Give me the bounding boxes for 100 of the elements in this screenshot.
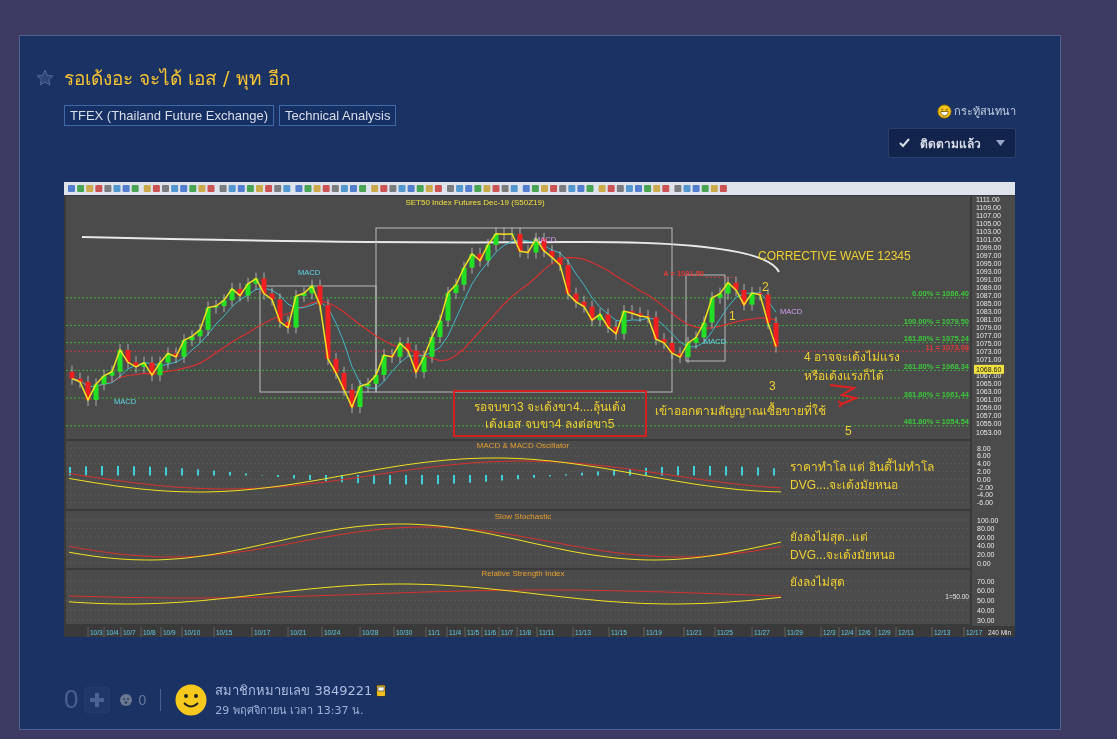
candle (357, 380, 363, 414)
candle (349, 383, 355, 414)
candle (493, 227, 499, 252)
candle (453, 278, 459, 300)
chart-title: SET50 Index Futures Dec-19 (S50Z19) (405, 198, 545, 207)
tag-link[interactable]: TFEX (Thailand Future Exchange) (64, 105, 274, 126)
tag-link[interactable]: Technical Analysis (279, 105, 397, 126)
follow-button[interactable]: ติดตามแล้ว (888, 128, 1016, 158)
candle (749, 286, 755, 312)
candle (581, 295, 587, 313)
candle (173, 347, 179, 364)
chart-note: เข้าออกตามสัญญาณเซื้อขายที่ใช้ (655, 404, 826, 418)
candle (717, 287, 723, 305)
candle (517, 227, 523, 258)
panel-note: ยังลงไม่สุด..แต่ (790, 530, 868, 544)
candle (429, 330, 435, 364)
candle (677, 346, 683, 364)
candle (77, 372, 83, 389)
topic-type: กระทู้สนทนา (954, 104, 1016, 120)
candle (245, 277, 251, 302)
panel-note: DVG....จะเด้งมัยหนอ (790, 478, 899, 492)
candle (485, 238, 491, 267)
panel-title: Relative Strength Index (481, 569, 565, 578)
candle (213, 299, 219, 314)
candle (237, 282, 243, 302)
chart-note: 1 (729, 309, 736, 323)
candle (437, 314, 443, 344)
chart-note: 2 (762, 280, 769, 294)
candle (445, 286, 451, 327)
check-icon (899, 138, 910, 148)
panel-note: DVG...จะเด้งมัยหนอ (790, 548, 895, 562)
mobile-phone-icon (376, 684, 387, 697)
candle (773, 316, 779, 353)
candle (413, 344, 419, 379)
plus-icon (90, 692, 105, 707)
candle (301, 286, 307, 303)
candle (317, 279, 323, 312)
candle (277, 293, 283, 329)
author-link[interactable]: สมาชิกหมายเลข 3849221 (215, 680, 373, 701)
candle (189, 330, 195, 347)
post-title: รอเด้งอะ จะได้ เอส / พุท อีก (64, 66, 291, 92)
candle (621, 304, 627, 341)
chart-note: CORRECTIVE WAVE 12345 (758, 249, 911, 263)
candle (461, 261, 467, 292)
panel-note: ยังลงไม่สุด (790, 575, 845, 589)
candle (197, 323, 203, 343)
star-icon[interactable] (36, 69, 54, 87)
candle (149, 356, 155, 382)
candle (589, 300, 595, 327)
emotion-icon[interactable] (120, 693, 133, 706)
avatar-smiley-icon[interactable] (175, 683, 208, 716)
candle (645, 309, 651, 324)
candle (709, 291, 715, 329)
candle (133, 355, 139, 374)
post-date: 29 พฤศจิกายน เวลา 13:37 น. (215, 703, 365, 719)
candle (253, 272, 259, 291)
candle (405, 336, 411, 357)
candle (365, 377, 371, 393)
candle (141, 356, 147, 374)
candle (669, 336, 675, 360)
laughing-face-icon (937, 103, 952, 119)
candle (325, 298, 331, 366)
candle (741, 283, 747, 312)
candle (469, 247, 475, 275)
candle (69, 365, 75, 385)
candle (725, 276, 731, 300)
candle (205, 301, 211, 337)
candle (381, 348, 387, 382)
scribble-arrow (829, 384, 860, 408)
candle (757, 286, 763, 302)
candle (229, 282, 235, 307)
candle (637, 306, 643, 323)
reaction-count: 0 (138, 691, 147, 708)
candle (389, 348, 395, 364)
candle (733, 276, 739, 297)
candle (693, 331, 699, 350)
candle (309, 279, 315, 300)
candle (549, 244, 555, 264)
candle (117, 343, 123, 379)
candle (421, 350, 427, 379)
candle (477, 247, 483, 267)
candle (165, 347, 171, 370)
candle (525, 244, 531, 259)
candle (397, 336, 403, 364)
candle (85, 375, 91, 407)
candle (501, 227, 507, 241)
candle (293, 289, 299, 334)
candle (341, 366, 347, 397)
caret-icon (996, 140, 1005, 146)
candle (605, 308, 611, 334)
candle (157, 356, 163, 382)
candle (93, 377, 99, 407)
candle (565, 258, 571, 301)
candle (285, 315, 291, 334)
panel-note: ราคาทำโล แต่ อินดี้ไม่ทำโล (790, 460, 934, 474)
candle (509, 227, 515, 241)
vote-button[interactable] (84, 686, 111, 713)
candle (597, 308, 603, 327)
candle (557, 251, 563, 272)
candle (269, 287, 275, 306)
